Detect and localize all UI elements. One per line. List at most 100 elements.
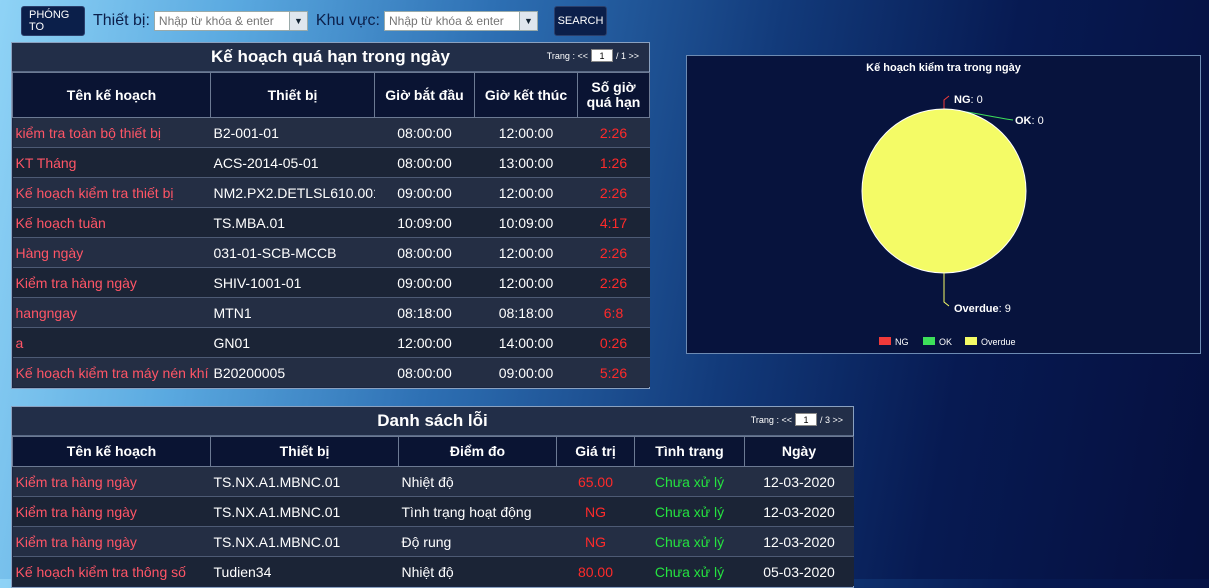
overdue-hours-cell: 5:26	[577, 357, 650, 387]
error-table: Tên kế hoạch Thiết bị Điểm đo Giá trị Tì…	[12, 436, 854, 586]
search-button[interactable]: SEARCH	[554, 6, 607, 36]
status-cell: Chưa xử lý	[634, 526, 745, 557]
page-input[interactable]	[794, 413, 817, 426]
overdue-hours-cell: 1:26	[577, 147, 650, 178]
table-header-row: Tên kế hoạch Thiết bị Giờ bắt đầu Giờ kế…	[12, 72, 650, 118]
pie-leader-line	[943, 95, 950, 109]
col-end-time: Giờ kết thúc	[474, 72, 578, 118]
device-cell: Tudien34	[210, 556, 399, 586]
table-row[interactable]: Kế hoạch kiểm tra thiết bị NM2.PX2.DETLSL…	[12, 177, 650, 208]
value-cell: NG	[556, 526, 635, 557]
end-time-cell: 14:00:00	[474, 327, 578, 358]
col-status: Tình trạng	[634, 436, 745, 467]
page-input[interactable]	[590, 49, 613, 62]
device-combo: ▼	[153, 11, 308, 31]
col-plan-name: Tên kế hoạch	[12, 436, 211, 467]
pager-prefix[interactable]: Trang : <<	[547, 51, 588, 61]
table-row[interactable]: Hàng ngày 031-01-SCB-MCCB 08:00:00 12:00:00…	[12, 237, 650, 268]
start-time-cell: 12:00:00	[374, 327, 475, 358]
daily-inspection-chart-panel: Kế hoạch kiểm tra trong ngày NG: 0 OK: 0O…	[686, 55, 1201, 354]
value-cell: NG	[556, 496, 635, 527]
table-row[interactable]: Kế hoạch kiểm tra thông số Tudien34 Nhiệt …	[12, 556, 854, 586]
plan-name-cell: Hàng ngày	[12, 237, 211, 268]
overdue-panel-header: Kế hoạch quá hạn trong ngày Trang : << /…	[12, 43, 649, 72]
plan-name-cell: Kiểm tra hàng ngày	[12, 466, 211, 497]
plan-name-cell: Kế hoạch kiểm tra thiết bị	[12, 177, 211, 208]
status-cell: Chưa xử lý	[634, 496, 745, 527]
device-cell: 031-01-SCB-MCCB	[210, 237, 375, 268]
device-cell: TS.NX.A1.MBNC.01	[210, 526, 399, 557]
table-row[interactable]: Kiểm tra hàng ngày TS.NX.A1.MBNC.01 Nhiệt …	[12, 466, 854, 497]
measure-point-cell: Nhiệt độ	[398, 466, 557, 497]
pie-data-label: OK: 0	[1015, 115, 1044, 127]
legend-item-ng[interactable]: NG	[879, 337, 909, 347]
overdue-panel-title: Kế hoạch quá hạn trong ngày	[211, 47, 450, 66]
overdue-hours-cell: 2:26	[577, 117, 650, 148]
device-cell: TS.MBA.01	[210, 207, 375, 238]
col-value: Giá trị	[556, 436, 635, 467]
end-time-cell: 08:18:00	[474, 297, 578, 328]
device-cell: NM2.PX2.DETLSL610.001	[210, 177, 375, 208]
fullscreen-button[interactable]: PHÓNG TO	[21, 6, 85, 36]
table-row[interactable]: Kiểm tra hàng ngày TS.NX.A1.MBNC.01 Tình t…	[12, 496, 854, 527]
pager-suffix[interactable]: / 1 >>	[616, 51, 639, 61]
legend-label: NG	[895, 337, 909, 347]
area-filter-input[interactable]	[384, 11, 520, 31]
measure-point-cell: Độ rung	[398, 526, 557, 557]
error-panel-title: Danh sách lỗi	[377, 411, 488, 430]
overdue-hours-cell: 2:26	[577, 237, 650, 268]
error-list-panel: Danh sách lỗi Trang : << / 3 >> Tên kế h…	[11, 406, 854, 588]
legend-item-overdue[interactable]: Overdue	[965, 337, 1016, 347]
start-time-cell: 08:18:00	[374, 297, 475, 328]
table-row[interactable]: kiểm tra toàn bộ thiết bị B2-001-01 08:00:…	[12, 117, 650, 148]
table-row[interactable]: hangngay MTN1 08:18:00 08:18:00 6:8	[12, 297, 650, 328]
end-time-cell: 13:00:00	[474, 147, 578, 178]
col-measure-point: Điểm đo	[398, 436, 557, 467]
table-row[interactable]: KT Tháng ACS-2014-05-01 08:00:00 13:00:00 1:…	[12, 147, 650, 178]
table-header-row: Tên kế hoạch Thiết bị Điểm đo Giá trị Tì…	[12, 436, 854, 467]
col-date: Ngày	[744, 436, 854, 467]
area-combo: ▼	[384, 11, 538, 31]
device-filter-input[interactable]	[153, 11, 290, 31]
start-time-cell: 09:00:00	[374, 177, 475, 208]
col-start-time: Giờ bắt đầu	[374, 72, 475, 118]
table-row[interactable]: Kiểm tra hàng ngày SHIV-1001-01 09:00:00 12…	[12, 267, 650, 298]
pager-prefix[interactable]: Trang : <<	[751, 415, 792, 425]
measure-point-cell: Tình trạng hoạt động	[398, 496, 557, 527]
device-cell: B20200005	[210, 357, 375, 387]
overdue-hours-cell: 2:26	[577, 177, 650, 208]
table-row[interactable]: Kế hoạch tuần TS.MBA.01 10:09:00 10:09:00 4:…	[12, 207, 650, 238]
col-plan-name: Tên kế hoạch	[12, 72, 211, 118]
date-cell: 12-03-2020	[744, 496, 854, 527]
overdue-table: Tên kế hoạch Thiết bị Giờ bắt đầu Giờ kế…	[12, 72, 650, 387]
device-cell: B2-001-01	[210, 117, 375, 148]
table-row[interactable]: a GN01 12:00:00 14:00:00 0:26	[12, 327, 650, 358]
pager-suffix[interactable]: / 3 >>	[820, 415, 843, 425]
plan-name-cell: kiểm tra toàn bộ thiết bị	[12, 117, 211, 148]
pie-chart: NG: 0 OK: 0 Overdue: 9 NG OK Overdue	[861, 94, 1044, 347]
device-filter-label: Thiết bị:	[93, 12, 150, 29]
device-dropdown-icon[interactable]: ▼	[289, 11, 308, 31]
end-time-cell: 09:00:00	[474, 357, 578, 387]
device-cell: SHIV-1001-01	[210, 267, 375, 298]
plan-name-cell: hangngay	[12, 297, 211, 328]
table-row[interactable]: Kiểm tra hàng ngày TS.NX.A1.MBNC.01 Độ run…	[12, 526, 854, 557]
overdue-plans-panel: Kế hoạch quá hạn trong ngày Trang : << /…	[11, 42, 650, 389]
error-panel-header: Danh sách lỗi Trang : << / 3 >>	[12, 407, 853, 436]
pie-slice-overdue[interactable]	[861, 108, 1027, 274]
legend-label: OK	[939, 337, 952, 347]
legend-item-ok[interactable]: OK	[923, 337, 952, 347]
error-pager: Trang : << / 3 >>	[751, 413, 843, 426]
device-cell: TS.NX.A1.MBNC.01	[210, 466, 399, 497]
pie-data-label: Overdue: 9	[954, 303, 1011, 315]
area-dropdown-icon[interactable]: ▼	[520, 11, 538, 31]
value-cell: 65.00	[556, 466, 635, 497]
overdue-pager: Trang : << / 1 >>	[547, 49, 639, 62]
plan-name-cell: a	[12, 327, 211, 358]
date-cell: 05-03-2020	[744, 556, 854, 586]
table-row[interactable]: Kế hoạch kiểm tra máy nén khí B20200005 08…	[12, 357, 650, 387]
col-device: Thiết bị	[210, 436, 399, 467]
start-time-cell: 10:09:00	[374, 207, 475, 238]
start-time-cell: 08:00:00	[374, 357, 475, 387]
device-cell: ACS-2014-05-01	[210, 147, 375, 178]
